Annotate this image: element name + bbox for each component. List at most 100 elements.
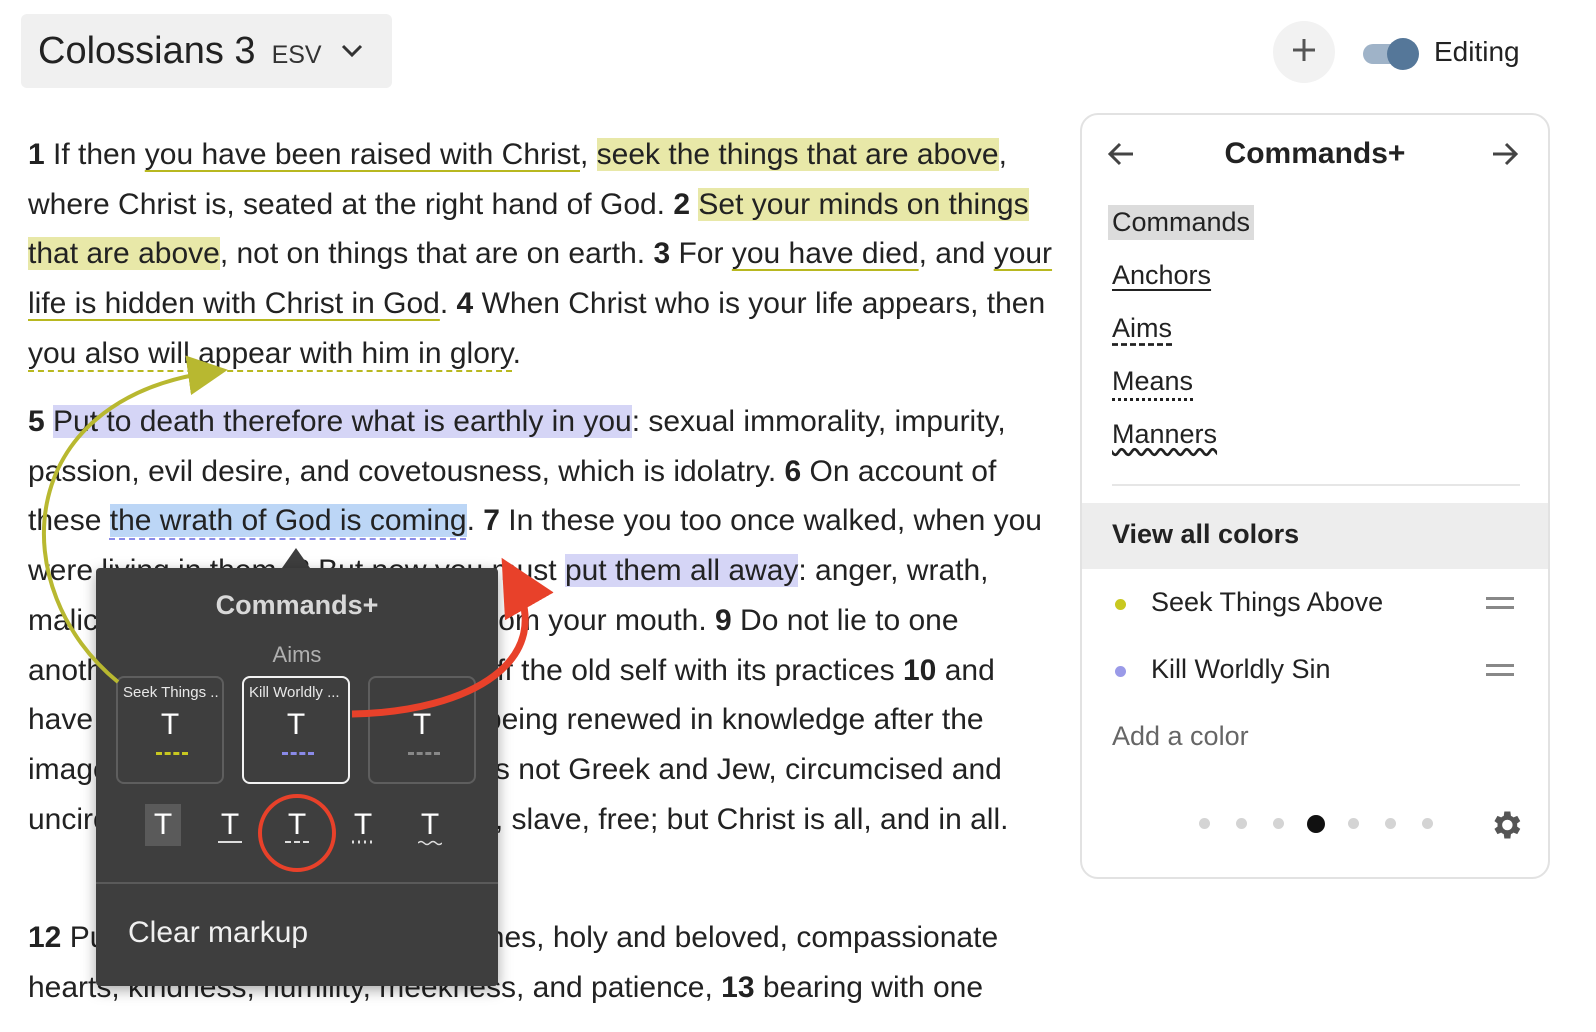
- verse-number: 2: [673, 187, 691, 221]
- markup-popup: Commands+ Aims Seek Things ... T Kill Wo…: [96, 568, 498, 986]
- highlighted-text[interactable]: put them all away: [564, 554, 799, 588]
- verse-text: , and: [918, 237, 994, 271]
- arrow-right-icon[interactable]: [1490, 139, 1520, 174]
- marked-text[interactable]: you have died: [732, 237, 919, 270]
- underline-deco: [218, 841, 242, 843]
- markup-label: Manners: [1112, 419, 1218, 449]
- drag-handle-icon[interactable]: [1486, 597, 1514, 609]
- color-dot: [1115, 666, 1126, 677]
- color-row-seek-things-above[interactable]: Seek Things Above: [1082, 579, 1548, 629]
- popup-caret: [282, 548, 310, 568]
- verse-number: 1: [28, 138, 45, 171]
- verse-text: bearing with one: [762, 970, 984, 1004]
- view-all-colors-button[interactable]: View all colors: [1082, 503, 1548, 569]
- verse-number: 6: [784, 454, 802, 488]
- verse-text: .: [512, 336, 522, 370]
- markup-label: Anchors: [1112, 260, 1212, 290]
- marked-text[interactable]: you have been raised with Christ: [145, 138, 580, 171]
- markup-anchors[interactable]: Anchors: [1112, 260, 1211, 291]
- highlighted-text[interactable]: Put to death therefore what is earthly i…: [53, 405, 632, 438]
- style-dotted-button[interactable]: T: [345, 804, 381, 846]
- swatch-line: [408, 752, 440, 755]
- plus-icon: [1291, 37, 1317, 68]
- verse-number: 10: [902, 653, 937, 687]
- verse-number: 7: [483, 504, 500, 538]
- panel-divider: [1112, 484, 1520, 486]
- editing-toggle[interactable]: [1363, 38, 1419, 70]
- verse-text: When Christ who is your life appears, th…: [481, 287, 1046, 321]
- verse-text: .: [466, 504, 484, 538]
- swatch-label: Seek Things ...: [123, 684, 219, 701]
- markup-commands[interactable]: Commands: [1108, 205, 1255, 240]
- verse-text: For: [678, 237, 732, 271]
- page-dot[interactable]: [1422, 818, 1433, 829]
- verse-text: , not on things that are on earth.: [219, 237, 654, 271]
- swatch-kill-worldly-sin[interactable]: Kill Worldly ... T: [242, 676, 350, 784]
- swatch-seek-things-above[interactable]: Seek Things ... T: [116, 676, 224, 784]
- verse-number: 5: [28, 405, 45, 438]
- paragraph-verses-1-4: 1 If then you have been raised with Chri…: [28, 130, 1058, 379]
- style-highlight-button[interactable]: T: [145, 804, 181, 846]
- style-glyph: T: [220, 808, 240, 841]
- style-glyph: T: [420, 808, 440, 841]
- page-dot[interactable]: [1273, 818, 1284, 829]
- drag-handle-icon[interactable]: [1486, 664, 1514, 676]
- version-label: ESV: [271, 40, 322, 69]
- verse-text: .: [439, 287, 457, 321]
- color-name: Seek Things Above: [1151, 587, 1384, 617]
- style-glyph: T: [353, 808, 373, 841]
- swatch-empty[interactable]: T: [368, 676, 476, 784]
- page-dot[interactable]: [1385, 818, 1396, 829]
- page-dot[interactable]: [1348, 818, 1359, 829]
- color-row-kill-worldly-sin[interactable]: Kill Worldly Sin: [1082, 646, 1548, 696]
- wavy-deco: [418, 840, 442, 846]
- editing-label: Editing: [1434, 36, 1520, 67]
- verse-number: 9: [715, 603, 732, 637]
- marked-text[interactable]: you also will appear with him in glory: [28, 337, 513, 370]
- selected-text[interactable]: the wrath of God is coming: [109, 504, 467, 538]
- color-name: Kill Worldly Sin: [1151, 654, 1331, 684]
- markup-panel: Commands+ Commands Anchors Aims Means Ma…: [1080, 113, 1550, 879]
- page-dot-current[interactable]: [1307, 815, 1325, 833]
- book-title: Colossians 3: [38, 29, 256, 72]
- popup-subtitle: Aims: [272, 642, 322, 667]
- dotted-deco: [352, 840, 375, 844]
- swatch-glyph: T: [412, 708, 432, 741]
- dashed-deco: [285, 841, 309, 843]
- markup-label: Means: [1112, 366, 1194, 396]
- swatch-line: [156, 752, 188, 755]
- markup-manners[interactable]: Manners: [1112, 419, 1217, 450]
- popup-title: Commands+: [215, 590, 379, 620]
- verse-number: 12: [28, 921, 62, 954]
- verse-text: If then: [53, 138, 145, 171]
- swatch-glyph: T: [286, 708, 306, 741]
- view-all-label: View all colors: [1112, 519, 1300, 549]
- toggle-knob: [1387, 38, 1419, 70]
- page-dot[interactable]: [1236, 818, 1247, 829]
- verse-number: 13: [721, 970, 755, 1004]
- gear-icon[interactable]: [1488, 807, 1524, 848]
- clear-markup-button[interactable]: Clear markup: [128, 916, 308, 950]
- style-underline-button[interactable]: T: [212, 804, 248, 846]
- swatch-line: [282, 752, 314, 755]
- popup-divider: [96, 882, 498, 884]
- style-glyph: T: [153, 808, 173, 841]
- highlighted-text[interactable]: seek the things that are above: [596, 138, 999, 171]
- style-dashed-button[interactable]: T: [279, 804, 315, 846]
- page-dot[interactable]: [1199, 818, 1210, 829]
- book-chapter-selector[interactable]: Colossians 3 ESV: [21, 14, 392, 88]
- verse-text: ,: [580, 138, 597, 171]
- add-button[interactable]: [1273, 21, 1335, 83]
- markup-label: Commands: [1112, 207, 1251, 237]
- verse-number: 3: [653, 237, 671, 271]
- markup-means[interactable]: Means: [1112, 366, 1193, 397]
- markup-label: Aims: [1112, 313, 1172, 343]
- color-dot: [1115, 599, 1126, 610]
- style-glyph: T: [287, 808, 307, 841]
- chevron-down-icon: [340, 43, 364, 64]
- add-color-button[interactable]: Add a color: [1112, 721, 1249, 752]
- style-wavy-button[interactable]: T: [412, 804, 448, 846]
- markup-aims[interactable]: Aims: [1112, 313, 1172, 344]
- swatch-glyph: T: [160, 708, 180, 741]
- swatch-label: Kill Worldly ...: [249, 684, 340, 701]
